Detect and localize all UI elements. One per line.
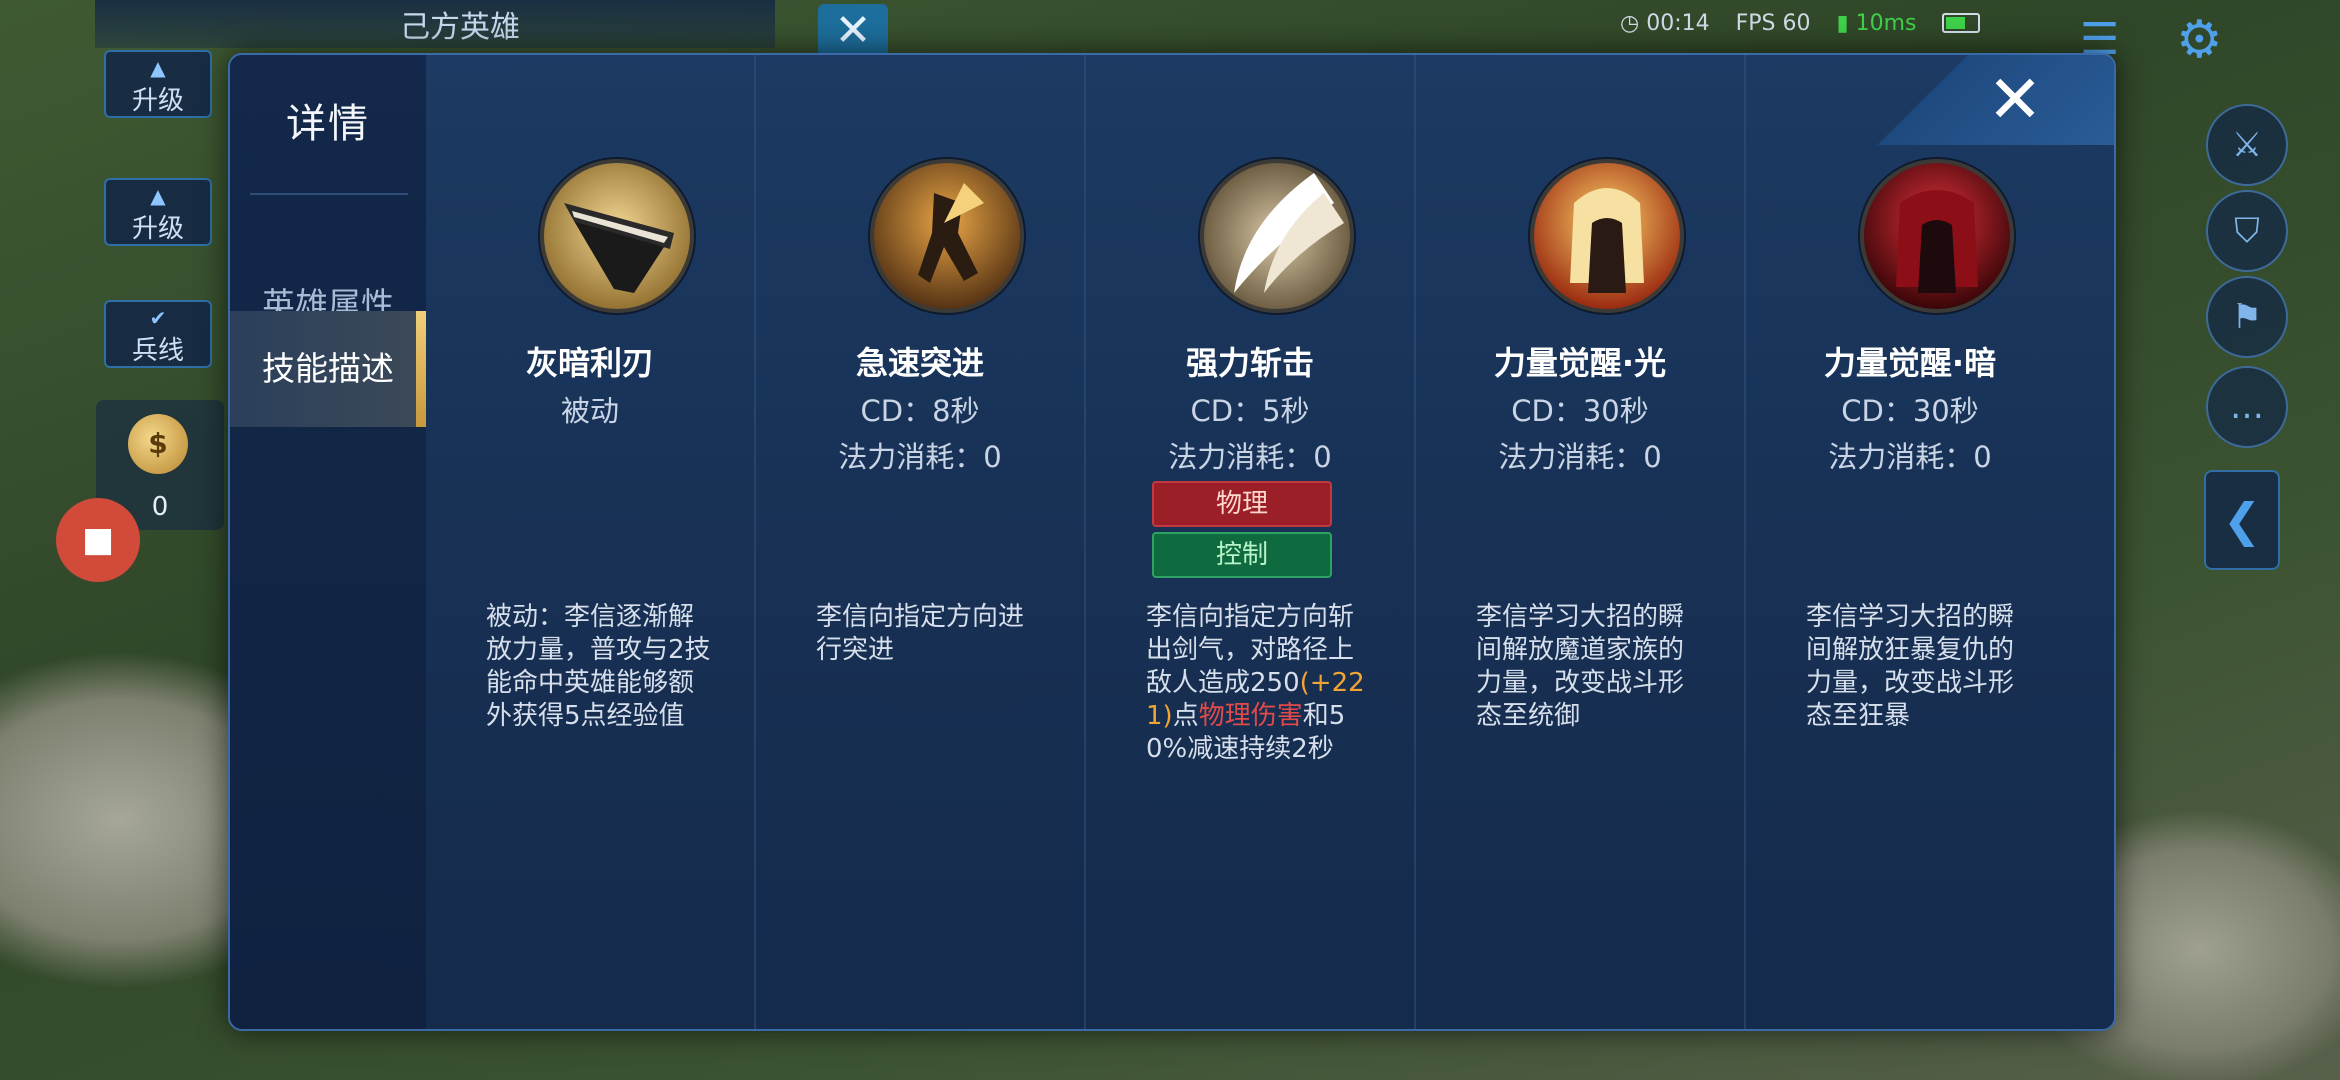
skill-name: 强力斩击: [1185, 344, 1314, 382]
tag-physical: 物理: [1152, 481, 1332, 527]
battery-icon: [1942, 13, 1981, 33]
fps-counter: FPS 60: [1735, 10, 1811, 36]
flag-icon[interactable]: ⚑: [2206, 276, 2288, 358]
skill-mana-cost: 法力消耗：0: [1498, 440, 1662, 474]
money-bag-icon: $: [128, 414, 188, 474]
skill-mana-cost: 法力消耗：0: [1168, 440, 1332, 474]
skill-card-awaken-dark: 力量觉醒·暗 CD：30秒 法力消耗：0 李信学习大招的瞬间解放狂暴复仇的力量，…: [1746, 55, 2074, 1029]
skill-mana-cost: 法力消耗：0: [838, 440, 1002, 474]
skill-cooldown: CD：30秒: [1841, 394, 1979, 428]
shadow-blade-icon: [540, 159, 694, 313]
close-button[interactable]: ✕: [1980, 67, 2050, 137]
skill-card-dash: 急速突进 CD：8秒 法力消耗：0 李信向指定方向进行突进: [756, 55, 1084, 1029]
skill-description: 被动：李信逐渐解放力量，普攻与2技能命中英雄能够额外获得5点经验值: [486, 602, 711, 731]
check-icon: ✔: [149, 306, 167, 330]
record-camera-icon[interactable]: ■: [56, 498, 140, 582]
upgrade-button[interactable]: ▲ 升级: [104, 50, 212, 118]
awaken-dark-icon: [1860, 159, 2014, 313]
minion-button[interactable]: ✔ 兵线: [104, 300, 212, 368]
status-bar: ◷ 00:14 FPS 60 ▮ 10ms: [1620, 6, 1981, 40]
close-icon[interactable]: ✕: [818, 4, 888, 58]
timer: ◷ 00:14: [1620, 10, 1710, 36]
skill-card-slash: 强力斩击 CD：5秒 法力消耗：0 物理 控制 李信向指定方向斩出剑气，对路径上…: [1086, 55, 1414, 1029]
skill-cooldown: CD：8秒: [860, 394, 980, 428]
skill-cooldown: 被动: [560, 394, 619, 428]
chat-icon[interactable]: …: [2206, 366, 2288, 448]
collapse-arrow-icon[interactable]: ❮: [2204, 470, 2280, 570]
slash-icon: [1200, 159, 1354, 313]
divider: [250, 193, 408, 195]
dash-icon: [870, 159, 1024, 313]
skill-name: 力量觉醒·暗: [1823, 344, 1997, 382]
skill-cooldown: CD：30秒: [1511, 394, 1649, 428]
up-arrow-icon: ▲: [150, 56, 166, 80]
skill-mana-cost: 法力消耗：0: [1828, 440, 1992, 474]
ping-indicator: ▮ 10ms: [1836, 10, 1917, 36]
up-arrow-icon: ▲: [150, 184, 166, 208]
awaken-light-icon: [1530, 159, 1684, 313]
ally-heroes-title: 己方英雄: [400, 10, 520, 45]
modal-title: 详情: [286, 101, 370, 147]
upgrade-button[interactable]: ▲ 升级: [104, 178, 212, 246]
skill-card-passive: 灰暗利刃 被动 被动：李信逐渐解放力量，普攻与2技能命中英雄能够额外获得5点经验…: [426, 55, 754, 1029]
tab-skill-description[interactable]: 技能描述: [230, 311, 426, 427]
modal-sidebar: 详情 英雄属性 技能描述: [230, 55, 426, 1029]
skill-name: 灰暗利刃: [525, 344, 654, 382]
damage-type: 物理伤害: [1198, 701, 1303, 731]
skill-description: 李信学习大招的瞬间解放狂暴复仇的力量，改变战斗形态至狂暴: [1806, 602, 2015, 731]
tag-control: 控制: [1152, 532, 1332, 578]
skill-description: 李信学习大招的瞬间解放魔道家族的力量，改变战斗形态至统御: [1476, 602, 1685, 731]
shield-icon[interactable]: ⛉: [2206, 190, 2288, 272]
skill-description: 李信向指定方向进行突进: [816, 602, 1025, 665]
skill-cooldown: CD：5秒: [1190, 394, 1310, 428]
skill-description: 李信向指定方向斩出剑气，对路径上敌人造成250(+221)点物理伤害和50%减速…: [1146, 602, 1365, 764]
sword-icon[interactable]: ⚔: [2206, 104, 2288, 186]
skill-name: 急速突进: [855, 344, 984, 382]
hero-detail-modal: 详情 英雄属性 技能描述 灰暗利刃 被动 被动：李信逐渐解放力量，普攻与2技能命…: [228, 53, 2116, 1031]
skill-panel: 灰暗利刃 被动 被动：李信逐渐解放力量，普攻与2技能命中英雄能够额外获得5点经验…: [426, 55, 2114, 1029]
skill-name: 力量觉醒·光: [1493, 344, 1667, 382]
gear-icon[interactable]: ⚙: [2176, 10, 2223, 70]
skill-card-awaken-light: 力量觉醒·光 CD：30秒 法力消耗：0 李信学习大招的瞬间解放魔道家族的力量，…: [1416, 55, 1744, 1029]
